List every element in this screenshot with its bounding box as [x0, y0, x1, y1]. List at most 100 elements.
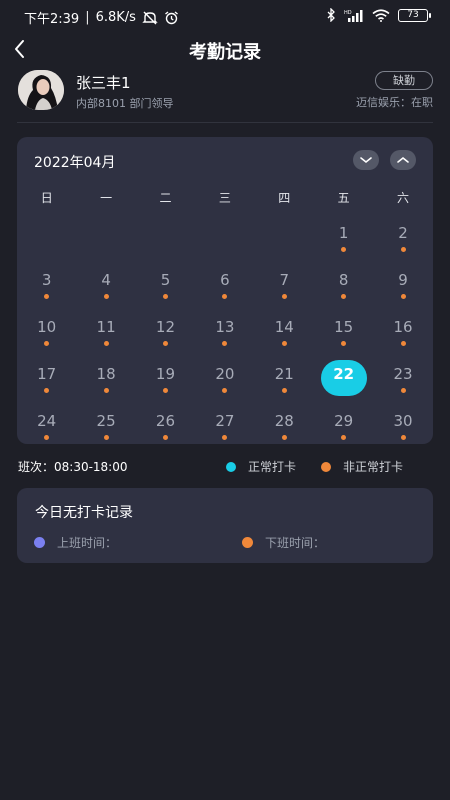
abnormal-punch-dot-icon — [222, 435, 228, 440]
calendar-day[interactable]: 1 — [314, 217, 373, 264]
calendar-empty-cell — [255, 217, 314, 264]
clock-out-dot-icon — [242, 537, 253, 548]
calendar-day[interactable]: 6 — [195, 264, 254, 311]
calendar-day[interactable]: 27 — [195, 405, 254, 452]
calendar-day[interactable]: 30 — [373, 405, 432, 452]
status-left: 下午2:39 | 6.8K/s — [24, 8, 179, 27]
calendar-day-today[interactable]: 22 — [314, 358, 373, 405]
calendar-day-number: 18 — [96, 365, 116, 383]
calendar-day-number: 25 — [96, 412, 116, 430]
calendar-day-number: 24 — [37, 412, 57, 430]
calendar-day[interactable]: 5 — [136, 264, 195, 311]
calendar-day-number: 1 — [338, 224, 349, 242]
calendar-day-number: 30 — [393, 412, 413, 430]
calendar-day-number: 9 — [398, 271, 408, 289]
clock-in-label: 上班时间： — [57, 536, 118, 550]
weekday-sat: 六 — [397, 191, 410, 205]
weekday-tue: 二 — [159, 191, 172, 205]
abnormal-punch-dot-icon — [281, 388, 287, 393]
record-title: 今日无打卡记录 — [35, 505, 133, 521]
calendar-day[interactable]: 19 — [136, 358, 195, 405]
calendar-day[interactable]: 15 — [314, 311, 373, 358]
calendar-day-number: 27 — [215, 412, 235, 430]
svg-text:HD: HD — [344, 10, 352, 16]
abnormal-punch-dot-icon — [281, 341, 287, 346]
normal-dot-icon — [226, 461, 236, 472]
calendar-day[interactable]: 13 — [195, 311, 254, 358]
calendar-day[interactable]: 21 — [255, 358, 314, 405]
calendar-day[interactable]: 9 — [373, 264, 432, 311]
calendar-day-number: 23 — [393, 365, 413, 383]
avatar-image — [18, 70, 64, 110]
calendar-day[interactable]: 25 — [76, 405, 135, 452]
calendar-day[interactable]: 8 — [314, 264, 373, 311]
abnormal-dot-icon — [321, 461, 331, 472]
calendar-day-number: 26 — [155, 412, 176, 430]
calendar-day[interactable]: 16 — [373, 311, 432, 358]
calendar-day[interactable]: 2 — [373, 217, 432, 264]
calendar-day-number: 20 — [215, 365, 235, 383]
avatar[interactable] — [18, 70, 64, 110]
page-title: 考勤记录 — [189, 42, 261, 63]
calendar-empty-cell — [195, 217, 254, 264]
calendar-day[interactable]: 14 — [255, 311, 314, 358]
calendar-day[interactable]: 26 — [136, 405, 195, 452]
abnormal-punch-dot-icon — [103, 435, 109, 440]
abnormal-punch-dot-icon — [44, 341, 50, 346]
calendar-day[interactable]: 24 — [17, 405, 76, 452]
abnormal-punch-dot-icon — [222, 341, 228, 346]
weekday-mon: 一 — [100, 191, 113, 205]
network-speed: 6.8K/s — [95, 10, 136, 25]
calendar-day-number: 17 — [37, 365, 57, 383]
abnormal-punch-dot-icon — [400, 294, 406, 299]
calendar-card: 2022年04月 日 一 二 三 四 五 六 1 2 3 4 5 6 7 8 9 10 11 12 13… — [17, 137, 433, 444]
calendar-day[interactable]: 10 — [17, 311, 76, 358]
weekday-header: 日 一 二 三 四 五 六 — [17, 189, 433, 209]
calendar-day[interactable]: 3 — [17, 264, 76, 311]
calendar-day-number: 15 — [334, 318, 354, 336]
alarm-icon — [165, 10, 178, 24]
calendar-day-number: 13 — [215, 318, 235, 336]
calendar-empty-cell — [17, 217, 76, 264]
nav-bar: 考勤记录 — [0, 32, 450, 66]
clock-out-label: 下班时间： — [265, 536, 326, 550]
abnormal-punch-dot-icon — [162, 435, 168, 440]
status-right: HD 73 — [327, 8, 431, 22]
status-separator: | — [85, 10, 90, 25]
calendar-day-number: 21 — [274, 365, 294, 383]
legend-normal-label: 正常打卡 — [248, 460, 297, 474]
calendar-month-title: 2022年04月 — [34, 155, 116, 171]
abnormal-punch-dot-icon — [281, 294, 287, 299]
calendar-day[interactable]: 20 — [195, 358, 254, 405]
abnormal-punch-dot-icon — [400, 435, 406, 440]
clock-record-card: 今日无打卡记录 上班时间： 下班时间： — [17, 488, 433, 563]
calendar-day[interactable]: 23 — [373, 358, 432, 405]
calendar-day-number: 4 — [101, 271, 111, 289]
prev-month-button[interactable] — [353, 150, 379, 170]
abnormal-punch-dot-icon — [341, 294, 347, 299]
calendar-day-number: 11 — [96, 318, 116, 336]
next-month-button[interactable] — [390, 150, 416, 170]
chevron-up-icon — [397, 156, 409, 163]
calendar-day[interactable]: 11 — [76, 311, 135, 358]
calendar-day-number: 5 — [160, 271, 171, 289]
calendar-day[interactable]: 28 — [255, 405, 314, 452]
calendar-day[interactable]: 17 — [17, 358, 76, 405]
wifi-icon — [372, 8, 390, 22]
abnormal-punch-dot-icon — [341, 247, 347, 252]
employee-name: 张三丰1 — [76, 74, 131, 92]
shift-time: 班次：08:30-18:00 — [18, 460, 128, 474]
chevron-down-icon — [360, 157, 372, 164]
calendar-day-number: 29 — [334, 412, 354, 430]
abnormal-punch-dot-icon — [103, 388, 109, 393]
calendar-day[interactable]: 18 — [76, 358, 135, 405]
calendar-day[interactable]: 4 — [76, 264, 135, 311]
mute-icon — [142, 11, 158, 24]
calendar-day[interactable]: 29 — [314, 405, 373, 452]
calendar-day[interactable]: 12 — [136, 311, 195, 358]
calendar-empty-cell — [76, 217, 135, 264]
status-bar: 下午2:39 | 6.8K/s HD 73 — [0, 0, 450, 32]
weekday-fri: 五 — [337, 191, 350, 205]
calendar-empty-cell — [136, 217, 195, 264]
calendar-day[interactable]: 7 — [255, 264, 314, 311]
